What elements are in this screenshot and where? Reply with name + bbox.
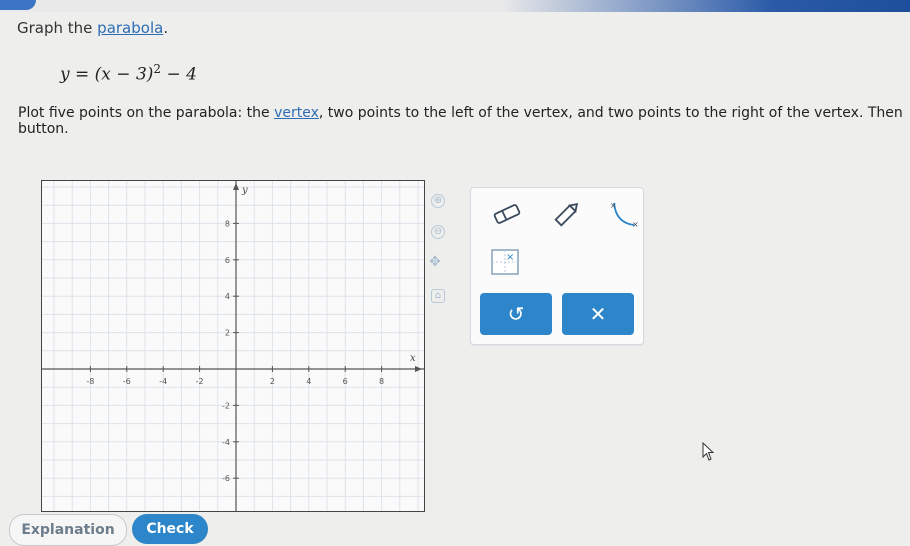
y-tick-label: 8 [225, 219, 230, 228]
eraser-tool[interactable] [481, 192, 533, 236]
instructions-text-1: Plot five points on the parabola: the [18, 105, 275, 121]
mouse-cursor-icon [702, 442, 715, 461]
pencil-icon [554, 202, 579, 227]
equation-tail: − 4 [166, 64, 197, 85]
prompt-suffix: . [163, 19, 169, 37]
x-tick-label: -2 [196, 377, 204, 386]
x-tick-label: -4 [159, 377, 167, 386]
equation-exponent: 2 [153, 62, 162, 76]
top-tab[interactable] [0, 0, 36, 10]
equation-base: (x − 3) [94, 64, 154, 85]
reset-view-icon[interactable]: ⌂ [431, 289, 445, 303]
tool-panel: × × × ↺ ✕ [470, 187, 644, 345]
x-axis-label: x [410, 353, 416, 364]
x-tick-label: 4 [306, 377, 311, 386]
svg-text:×: × [506, 252, 514, 263]
question-prompt: Graph the parabola. [17, 19, 168, 37]
check-button[interactable]: Check [132, 514, 208, 544]
prompt-prefix: Graph the [17, 19, 98, 37]
coordinate-grid[interactable]: x y -8 -6 -4 -2 2 4 6 8 8 6 4 2 -2 -4 -6 [42, 181, 424, 511]
top-bar [0, 0, 910, 12]
points-grid-icon: × [491, 249, 519, 275]
x-tick-label: 6 [343, 377, 348, 386]
instructions-text-2: , two points to the left of the vertex, … [318, 105, 903, 121]
undo-button[interactable]: ↺ [480, 293, 552, 335]
x-tick-label: -8 [86, 377, 94, 386]
y-axis-label: y [241, 185, 248, 196]
vertex-link[interactable]: vertex [274, 105, 319, 121]
equation: y = (x − 3)2 − 4 [60, 62, 197, 85]
y-tick-label: -4 [222, 438, 230, 447]
y-tick-label: 2 [225, 329, 230, 338]
zoom-in-icon[interactable]: ⊕ [431, 194, 445, 208]
y-tick-label: -6 [222, 474, 230, 483]
svg-text:×: × [610, 201, 617, 210]
parabola-tool[interactable]: × × [597, 192, 649, 236]
x-tick-label: 8 [379, 377, 384, 386]
y-tick-label: 4 [225, 292, 230, 301]
y-tick-label: -2 [222, 401, 230, 410]
equation-lhs: y [60, 64, 70, 85]
y-tick-label: 6 [225, 256, 230, 265]
zoom-out-icon[interactable]: ⊖ [431, 225, 445, 239]
instructions: Plot five points on the parabola: the ve… [18, 105, 910, 137]
explanation-button[interactable]: Explanation [9, 514, 127, 546]
point-tool[interactable]: × [479, 240, 531, 284]
eraser-icon [493, 204, 521, 224]
clear-button[interactable]: ✕ [562, 293, 634, 335]
x-tick-label: -6 [123, 377, 131, 386]
parabola-curve-icon: × × [610, 201, 638, 229]
svg-text:×: × [632, 220, 638, 229]
move-icon[interactable]: ✥ [429, 255, 441, 269]
parabola-link[interactable]: parabola [97, 19, 163, 37]
graph-area[interactable]: x y -8 -6 -4 -2 2 4 6 8 8 6 4 2 -2 -4 -6 [41, 180, 425, 512]
x-tick-label: 2 [270, 377, 275, 386]
instructions-text-3: button. [18, 121, 69, 137]
pencil-tool[interactable] [541, 192, 593, 236]
